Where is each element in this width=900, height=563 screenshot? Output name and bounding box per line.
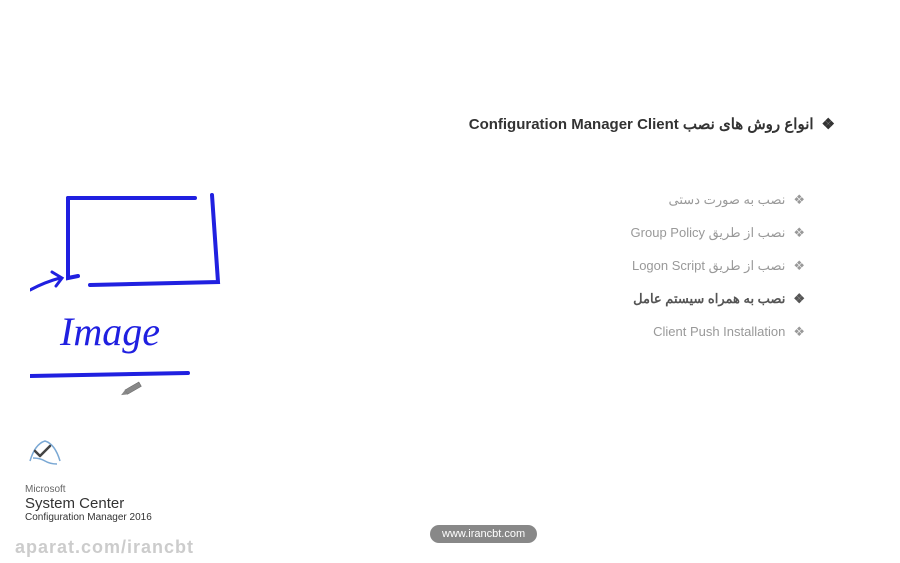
list-item: نصب از طریق Logon Script (631, 258, 805, 274)
list-item: نصب به صورت دستی (631, 192, 805, 208)
list-item: نصب از طریق Group Policy (631, 225, 805, 241)
list-item-highlighted: نصب به همراه سیستم عامل (631, 291, 805, 307)
brand-microsoft: Microsoft (25, 484, 152, 495)
system-center-logo-icon (25, 436, 65, 471)
brand-system-center: System Center (25, 495, 152, 512)
watermark: aparat.com/irancbt (15, 537, 194, 558)
url-badge: www.irancbt.com (430, 525, 537, 543)
branding-block: Microsoft System Center Configuration Ma… (25, 436, 152, 523)
list-item: Client Push Installation (631, 324, 805, 340)
page-title: انواع روش های نصب Configuration Manager … (469, 115, 835, 133)
installation-methods-list: نصب به صورت دستی نصب از طریق Group Polic… (631, 192, 805, 357)
handwriting-drawing: Image (30, 190, 280, 410)
handwritten-text: Image (59, 309, 160, 354)
brand-product-name: Configuration Manager 2016 (25, 512, 152, 523)
